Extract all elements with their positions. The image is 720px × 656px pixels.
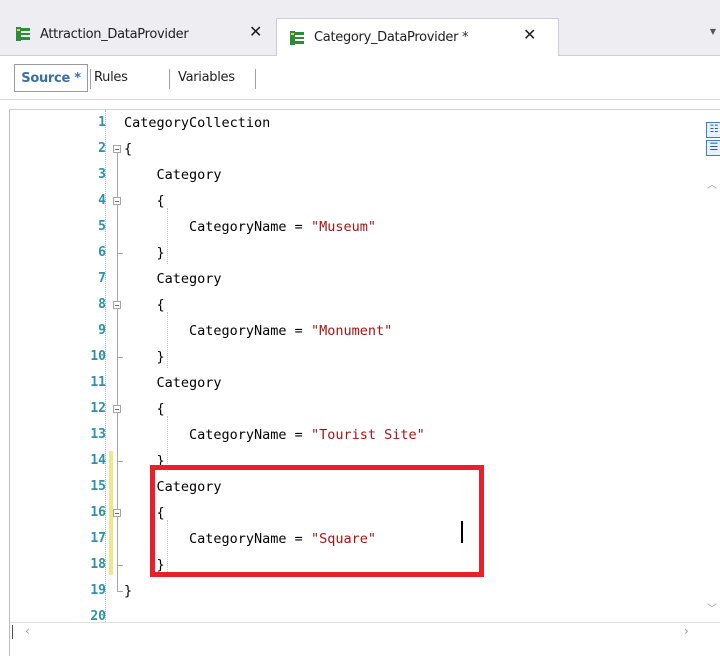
code-line[interactable]: 3 Category: [10, 162, 700, 188]
line-number: 4: [98, 193, 106, 208]
code-text: Category: [124, 271, 222, 287]
source-editor[interactable]: 1 CategoryCollection 2 {3 Category 4 {5 Cate…: [9, 109, 720, 656]
editor-subtabs: Source * Rules Variables: [0, 56, 720, 100]
code-text: Category: [124, 375, 222, 391]
tab-variables[interactable]: Variables: [178, 64, 235, 92]
code-line[interactable]: 1 CategoryCollection: [10, 110, 700, 136]
outline-view-icon[interactable]: ☷: [706, 122, 720, 138]
line-number: 17: [90, 531, 106, 546]
fold-line: [117, 205, 118, 253]
fold-line: [117, 517, 118, 565]
data-provider-icon: [16, 27, 30, 41]
fold-toggle-icon[interactable]: [113, 405, 121, 413]
code-line[interactable]: 11 Category: [10, 370, 700, 396]
line-number: 9: [98, 323, 106, 338]
code-line[interactable]: 13 CategoryName = "Tourist Site": [10, 422, 700, 448]
scroll-up-icon[interactable]: ︿: [707, 176, 717, 191]
scroll-down-icon[interactable]: ﹀: [707, 600, 717, 615]
code-text: Category: [124, 167, 222, 183]
fold-line: [117, 591, 123, 592]
code-text: CategoryName = "Monument": [124, 318, 392, 344]
code-text: CategoryCollection: [124, 115, 271, 131]
code-line[interactable]: 10 }: [10, 344, 700, 370]
line-number: 14: [90, 453, 106, 468]
format-view-icon[interactable]: ☰: [706, 140, 720, 156]
code-token: CategoryName =: [124, 427, 311, 443]
line-number: 11: [90, 375, 106, 390]
line-number: 15: [90, 479, 106, 494]
tab-category-dataprovider[interactable]: Category_DataProvider * ✕: [276, 18, 559, 56]
code-line[interactable]: 9 CategoryName = "Monument": [10, 318, 700, 344]
fold-line: [117, 461, 123, 462]
code-text: }: [124, 583, 133, 599]
fold-line: [117, 565, 123, 566]
indent-guide: [167, 312, 169, 368]
scroll-left-icon[interactable]: ‹: [25, 624, 30, 638]
code-line[interactable]: 6 }: [10, 240, 700, 266]
line-number: 2: [98, 141, 106, 156]
line-number: 8: [98, 297, 106, 312]
code-line[interactable]: 7 Category: [10, 266, 700, 292]
code-text: {: [124, 297, 165, 313]
line-number: 18: [90, 557, 106, 572]
indent-guide: [167, 416, 169, 472]
line-number: 19: [90, 583, 106, 598]
fold-toggle-icon[interactable]: [113, 509, 121, 517]
tab-attraction-dataprovider[interactable]: Attraction_DataProvider ✕: [12, 18, 274, 50]
fold-line: [117, 309, 118, 357]
line-number: 16: [90, 505, 106, 520]
tab-source[interactable]: Source *: [14, 64, 88, 92]
data-provider-icon: [290, 30, 304, 45]
fold-line: [117, 253, 123, 254]
close-tab-icon[interactable]: ✕: [523, 25, 536, 44]
fold-toggle-icon[interactable]: [113, 197, 121, 205]
fold-toggle-icon[interactable]: [113, 301, 121, 309]
line-number: 12: [90, 401, 106, 416]
tab-label: Attraction_DataProvider: [40, 26, 189, 42]
code-text: CategoryName = "Museum": [124, 214, 376, 240]
code-text: }: [124, 245, 165, 261]
code-line[interactable]: 19}: [10, 578, 700, 604]
code-text: {: [124, 141, 133, 157]
line-number: 3: [98, 167, 106, 182]
line-number: 7: [98, 271, 106, 286]
code-text: CategoryName = "Tourist Site": [124, 422, 425, 448]
tab-list-dropdown-icon[interactable]: ▼: [710, 27, 716, 36]
subtab-divider: [90, 69, 91, 89]
subtab-divider: [169, 69, 170, 89]
code-token: CategoryName =: [124, 219, 311, 235]
tab-label: Category_DataProvider *: [314, 30, 469, 45]
code-token: CategoryName =: [124, 323, 311, 339]
scrollbar-thumb[interactable]: [12, 625, 13, 639]
string-literal: "Tourist Site": [310, 427, 425, 443]
fold-line: [117, 413, 118, 461]
document-tab-strip: Attraction_DataProvider ✕ Category_DataP…: [0, 0, 720, 56]
code-text: {: [124, 193, 165, 209]
string-literal: "Museum": [310, 219, 376, 235]
line-number: 6: [98, 245, 106, 260]
code-line[interactable]: 5 CategoryName = "Museum": [10, 214, 700, 240]
close-tab-icon[interactable]: ✕: [249, 22, 262, 41]
code-text: }: [124, 349, 165, 365]
fold-toggle-icon[interactable]: [113, 145, 121, 153]
code-text: {: [124, 401, 165, 417]
line-number: 1: [98, 115, 106, 130]
indent-guide: [167, 208, 169, 264]
line-number: 10: [90, 349, 106, 364]
scroll-right-icon[interactable]: ›: [684, 624, 689, 638]
change-marker: [109, 451, 113, 575]
highlight-box: [150, 465, 484, 577]
line-number: 13: [90, 427, 106, 442]
horizontal-scrollbar[interactable]: ‹ ›: [10, 622, 720, 643]
fold-line: [117, 357, 123, 358]
line-number: 5: [98, 219, 106, 234]
subtab-divider: [255, 69, 256, 89]
tab-rules[interactable]: Rules: [94, 64, 128, 92]
string-literal: "Monument": [310, 323, 393, 339]
